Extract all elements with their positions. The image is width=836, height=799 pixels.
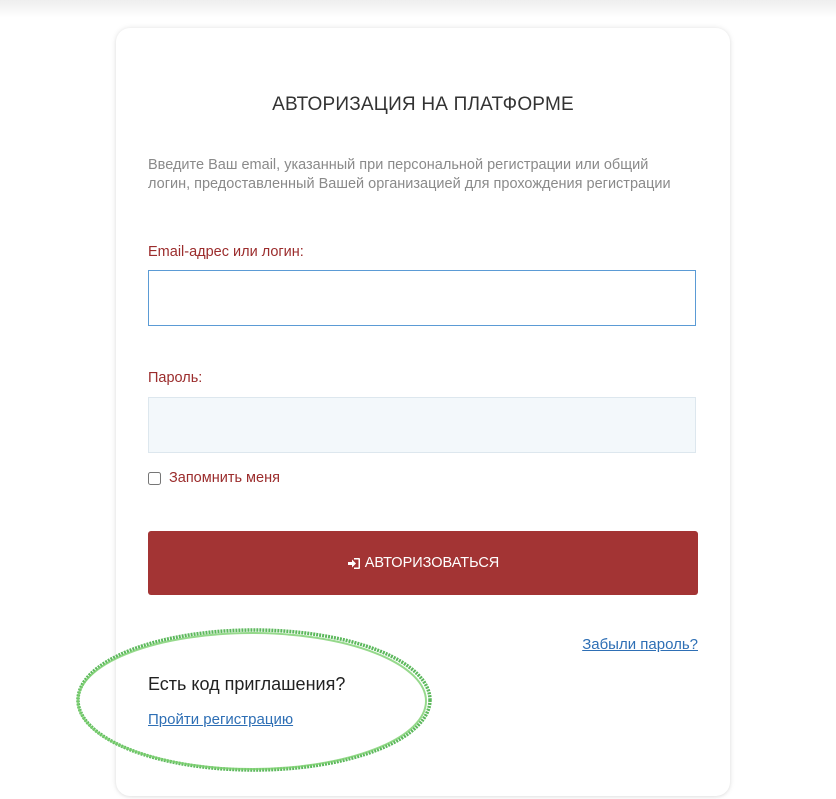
sign-in-icon bbox=[347, 557, 360, 569]
email-label: Email-адрес или логин: bbox=[148, 244, 304, 260]
page-title: АВТОРИЗАЦИЯ НА ПЛАТФОРМЕ bbox=[272, 94, 574, 115]
top-shade bbox=[0, 0, 836, 18]
login-button-label: АВТОРИЗОВАТЬСЯ bbox=[364, 555, 500, 571]
forgot-password-link[interactable]: Забыли пароль? bbox=[582, 636, 698, 653]
login-instructions: Введите Ваш email, указанный при персона… bbox=[148, 157, 671, 192]
email-input[interactable] bbox=[148, 270, 696, 326]
remember-me-label: Запомнить меня bbox=[169, 470, 280, 486]
remember-me-checkbox[interactable] bbox=[148, 471, 161, 485]
invite-question: Есть код приглашения? bbox=[148, 674, 346, 694]
remember-me[interactable]: Запомнить меня bbox=[148, 470, 280, 486]
password-input[interactable] bbox=[148, 397, 696, 453]
register-link[interactable]: Пройти регистрацию bbox=[148, 711, 293, 728]
login-card: АВТОРИЗАЦИЯ НА ПЛАТФОРМЕ Введите Ваш ema… bbox=[116, 28, 730, 796]
login-button[interactable]: АВТОРИЗОВАТЬСЯ bbox=[148, 531, 698, 595]
password-label: Пароль: bbox=[148, 370, 203, 386]
